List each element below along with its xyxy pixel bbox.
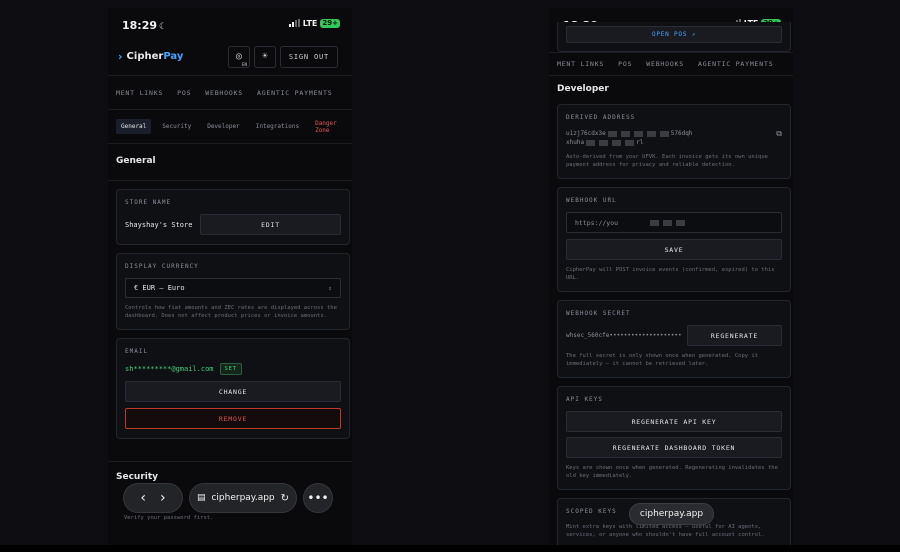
security-title: Security [116,472,159,482]
browser-toolbar: ‹ › ▤ cipherpay.app ↻ ••• [123,482,345,514]
general-title: General [108,144,352,181]
bottom-strip [0,545,900,552]
scoped-keys-help: Mint extra keys with limited access — us… [566,524,765,538]
status-time: 18:29 [122,18,158,32]
store-name-label: STORE NAME [125,199,172,206]
email-label: EMAIL [125,348,149,355]
currency-help: Controls how fiat amounts and ZEC rates … [125,305,337,319]
open-pos-button[interactable]: OPEN POS ↗ [566,26,782,43]
signal-icon [288,19,300,27]
url-pill[interactable]: cipherpay.app [629,503,714,525]
sun-icon: ☀ [261,51,268,62]
webhook-url-input[interactable]: https://you [566,212,782,233]
derived-address-part: rl [636,139,644,146]
status-bar: 18:29 ☾ LTE 29+ [108,8,352,38]
app-header: › CipherPay ◎ EN ☀ SIGN OUT [108,38,352,76]
security-peek-text: Verify your password first. [124,515,214,521]
copy-icon[interactable]: ⧉ [776,129,782,139]
api-keys-card: API KEYS REGENERATE API KEY REGENERATE D… [557,386,791,490]
back-arrow-icon[interactable]: ‹ [140,490,146,506]
battery-icon: 29+ [320,18,340,28]
webhook-secret-help: The full secret is only shown once when … [566,353,759,367]
more-dots-icon: ••• [307,491,329,505]
store-name-card: STORE NAME Shayshay's Store EDIT [116,189,350,245]
api-keys-label: API KEYS [566,396,603,403]
currency-value: € EUR — Euro [134,284,185,292]
derived-address-part: xhuha [566,139,585,146]
edit-store-button[interactable]: EDIT [200,214,341,235]
sign-out-button[interactable]: SIGN OUT [279,45,338,68]
subtab-general[interactable]: General [116,119,152,134]
chevron-right-icon: › [118,50,123,63]
webhook-url-card: WEBHOOK URL https://you SAVE CipherPay w… [557,187,791,292]
open-pos-card: OPEN POS ↗ [557,22,791,52]
network-label: LTE [302,18,318,28]
globe-icon: ◎ [235,51,242,62]
currency-card: DISPLAY CURRENCY € EUR — Euro ⇕ Controls… [116,253,350,330]
moon-icon: ☾ [159,21,168,32]
theme-toggle-button[interactable]: ☀ [253,45,276,68]
left-phone-screen: 18:29 ☾ LTE 29+ › CipherPay ◎ EN ☀ SIGN OU… [108,8,352,548]
language-button[interactable]: ◎ EN [227,45,250,68]
regenerate-dashboard-token-button[interactable]: REGENERATE DASHBOARD TOKEN [566,437,782,458]
derived-address-value: u1zj76cdx3e 576dqh xhuha rl [566,129,692,147]
derived-address-help: Auto-derived from your UFVK. Each invoic… [566,154,768,168]
brand-name-a: Cipher [126,51,164,62]
currency-label: DISPLAY CURRENCY [125,263,199,270]
address-bar[interactable]: ▤ cipherpay.app ↻ [189,483,297,513]
regenerate-api-key-button[interactable]: REGENERATE API KEY [566,411,782,432]
tab-pos[interactable]: POS [177,89,191,97]
reload-icon[interactable]: ↻ [281,493,289,504]
store-name-value: Shayshay's Store [125,220,193,229]
subtab-danger-zone[interactable]: Danger Zone [310,116,344,138]
brand-name-b: Pay [163,51,184,62]
tab-webhooks[interactable]: WEBHOOKS [205,89,243,97]
tab-payment-links[interactable]: MENT LINKS [557,60,604,68]
derived-address-part: u1zj76cdx3e [566,130,606,137]
email-value: sh*********@gmail.com [125,365,214,373]
subtab-security[interactable]: Security [157,119,196,134]
webhook-url-label: WEBHOOK URL [566,197,617,204]
settings-subtabs: General Security Developer Integrations … [108,110,352,144]
derived-address-card: DERIVED ADDRESS u1zj76cdx3e 576dqh xhuha r… [557,104,791,179]
forward-arrow-icon[interactable]: › [160,490,166,506]
change-email-button[interactable]: CHANGE [125,381,341,402]
cipherpay-logo[interactable]: › CipherPay [118,50,183,63]
language-code: EN [242,61,247,67]
address-bar-url: cipherpay.app [211,493,275,503]
developer-title: Developer [557,84,609,94]
tab-payment-links[interactable]: MENT LINKS [116,89,163,97]
api-keys-help: Keys are shown once when generated. Rege… [566,465,778,479]
remove-email-button[interactable]: REMOVE [125,408,341,429]
currency-select[interactable]: € EUR — Euro ⇕ [125,278,341,298]
derived-address-label: DERIVED ADDRESS [566,114,636,121]
nav-arrows: ‹ › [123,483,183,513]
webhook-url-help: CipherPay will POST invoice events (conf… [566,267,775,281]
subtab-integrations[interactable]: Integrations [251,119,304,134]
tab-webhooks[interactable]: WEBHOOKS [646,60,684,68]
tab-agentic-payments[interactable]: AGENTIC PAYMENTS [698,60,773,68]
tab-agentic-payments[interactable]: AGENTIC PAYMENTS [257,89,332,97]
subtab-developer[interactable]: Developer [202,119,245,134]
email-card: EMAIL sh*********@gmail.com SET CHANGE R… [116,338,350,439]
tabs-icon[interactable]: ▤ [197,493,206,503]
tab-pos[interactable]: POS [618,60,632,68]
more-menu-button[interactable]: ••• [303,483,333,513]
webhook-secret-card: WEBHOOK SECRET whsec_560cfe•••••••••••••… [557,300,791,378]
derived-address-part: 576dqh [670,130,693,137]
main-nav-tabs-right: MENT LINKS POS WEBHOOKS AGENTIC PAYMENTS [549,52,793,76]
email-set-badge: SET [219,363,242,375]
webhook-url-value: https://you [575,218,619,227]
right-phone-screen: 18:29☾ LTE 29+ OPEN POS ↗ MENT LINKS POS… [549,8,793,548]
updown-icon: ⇕ [328,284,332,292]
main-nav-tabs: MENT LINKS POS WEBHOOKS AGENTIC PAYMENTS [108,76,352,110]
save-webhook-button[interactable]: SAVE [566,239,782,260]
webhook-secret-value: whsec_560cfe•••••••••••••••••••• [566,332,682,339]
regenerate-secret-button[interactable]: REGENERATE [687,325,782,346]
webhook-secret-label: WEBHOOK SECRET [566,310,631,317]
